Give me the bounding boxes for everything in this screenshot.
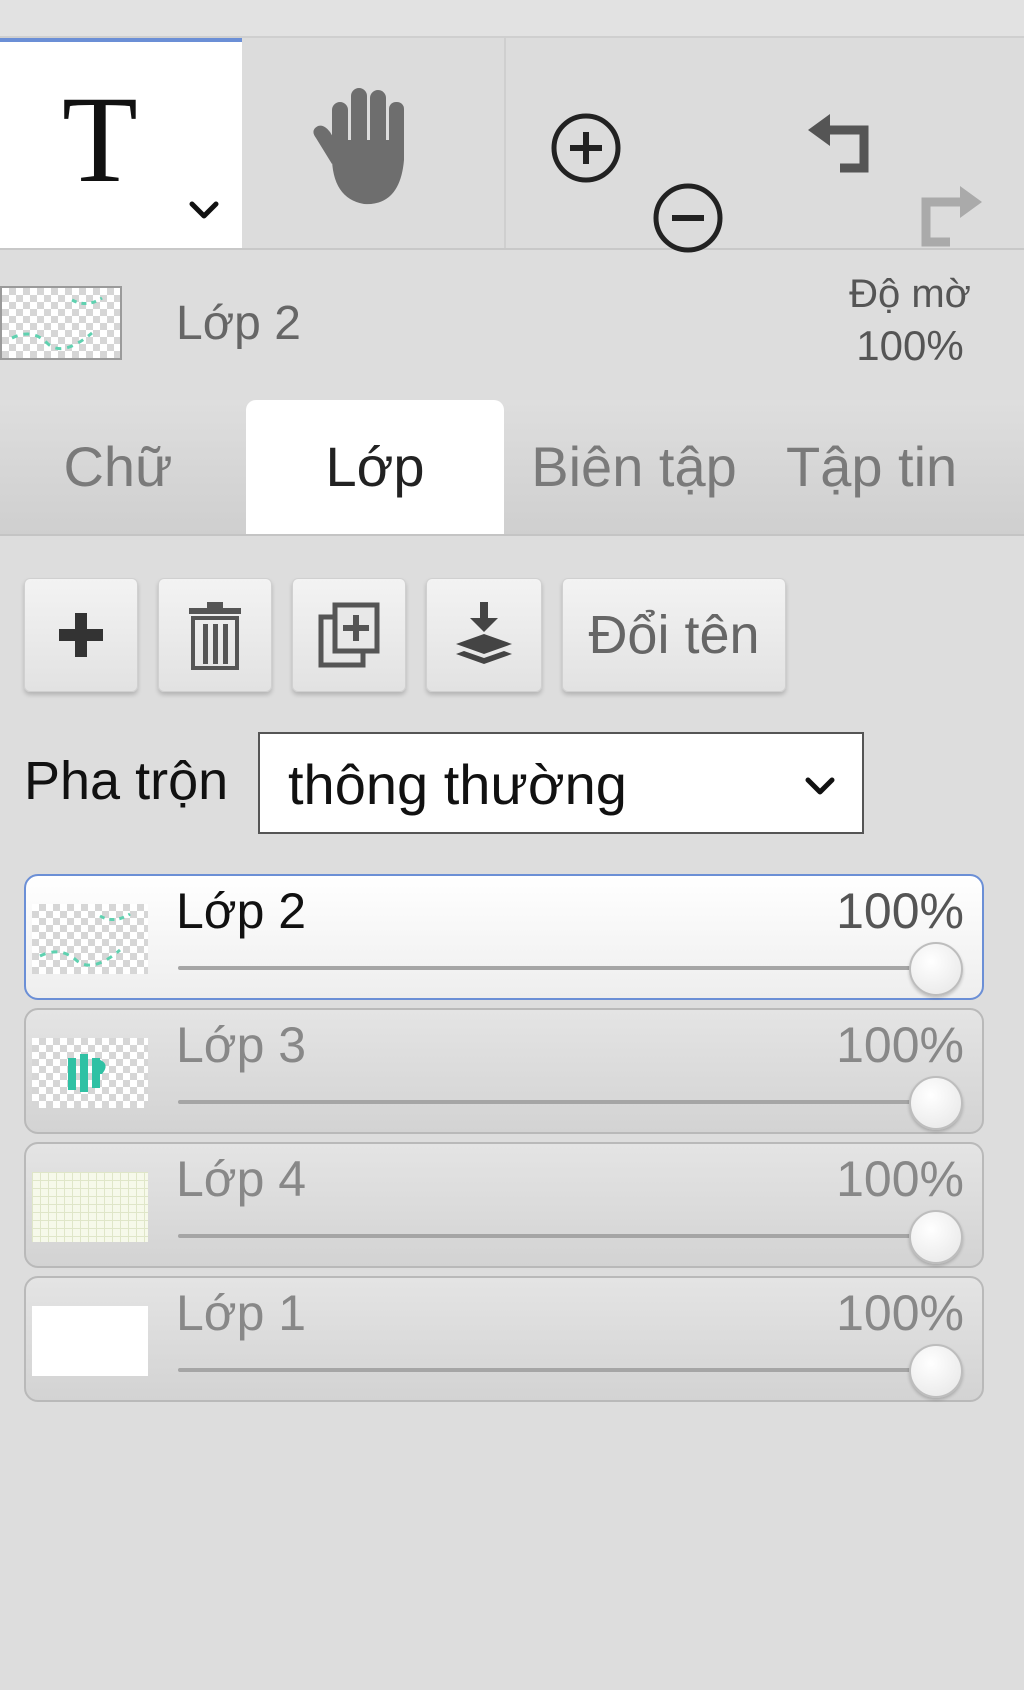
layer-row[interactable]: Lớp 2 100% xyxy=(24,874,984,1000)
layer-opacity: 100% xyxy=(836,1151,964,1207)
layer-name: Lớp 3 xyxy=(176,1017,307,1073)
layer-opacity-handle[interactable] xyxy=(909,1076,963,1130)
window-top-bar xyxy=(0,0,1024,38)
layer-name: Lớp 1 xyxy=(176,1285,307,1341)
trash-icon xyxy=(189,602,241,670)
layer-opacity-slider[interactable] xyxy=(178,966,932,970)
layer-opacity-handle[interactable] xyxy=(909,942,963,996)
layer-thumbnail xyxy=(32,1172,148,1242)
delete-layer-button[interactable] xyxy=(158,578,272,692)
layer-opacity: 100% xyxy=(836,1017,964,1073)
rename-layer-button[interactable]: Đổi tên xyxy=(562,578,786,692)
chevron-down-icon[interactable] xyxy=(184,190,224,230)
zoom-out-icon[interactable] xyxy=(648,178,728,258)
chevron-down-icon xyxy=(805,777,835,795)
layer-opacity-handle[interactable] xyxy=(909,1344,963,1398)
tab-edit[interactable]: Biên tập xyxy=(512,400,756,534)
layer-opacity-slider[interactable] xyxy=(178,1234,932,1238)
layer-thumbnail xyxy=(32,904,148,974)
toolbar-divider xyxy=(504,38,506,248)
layer-opacity-handle[interactable] xyxy=(909,1210,963,1264)
layer-row[interactable]: Lớp 3 100% xyxy=(24,1008,984,1134)
current-layer-name: Lớp 2 xyxy=(176,297,301,350)
blend-mode-value: thông thường xyxy=(288,753,627,816)
duplicate-icon xyxy=(318,602,380,668)
undo-icon[interactable] xyxy=(806,108,886,188)
tab-file[interactable]: Tập tin xyxy=(786,400,1024,534)
tool-toolbar: T xyxy=(0,38,1024,253)
layer-row[interactable]: Lớp 4 100% xyxy=(24,1142,984,1268)
layer-opacity-slider[interactable] xyxy=(178,1368,932,1372)
layer-opacity-slider[interactable] xyxy=(178,1100,932,1104)
layer-row[interactable]: Lớp 1 100% xyxy=(24,1276,984,1402)
layer-opacity: 100% xyxy=(836,883,964,939)
tab-layers[interactable]: Lớp xyxy=(246,400,504,534)
add-layer-button[interactable] xyxy=(24,578,138,692)
redo-icon[interactable] xyxy=(906,176,986,256)
zoom-in-icon[interactable] xyxy=(546,108,626,188)
layer-opacity: 100% xyxy=(836,1285,964,1341)
text-tool-icon: T xyxy=(62,71,138,208)
text-tool-button[interactable]: T xyxy=(0,38,242,248)
duplicate-layer-button[interactable] xyxy=(292,578,406,692)
layer-name: Lớp 2 xyxy=(176,883,307,939)
tab-text[interactable]: Chữ xyxy=(0,400,236,534)
merge-down-button[interactable] xyxy=(426,578,542,692)
plus-icon xyxy=(59,613,103,657)
hand-icon[interactable] xyxy=(306,80,426,210)
panel-tabs: Chữ Lớp Biên tập Tập tin xyxy=(0,400,1024,536)
opacity-value: 100% xyxy=(856,322,964,369)
layer-thumbnail xyxy=(32,1306,148,1376)
opacity-label: Độ mờ xyxy=(849,272,971,316)
layer-thumbnail xyxy=(32,1038,148,1108)
merge-down-icon xyxy=(456,602,512,664)
blend-mode-select[interactable]: thông thường xyxy=(258,732,864,834)
blend-mode-label: Pha trộn xyxy=(24,751,229,811)
layer-name: Lớp 4 xyxy=(176,1151,307,1207)
current-layer-thumbnail xyxy=(0,286,122,360)
